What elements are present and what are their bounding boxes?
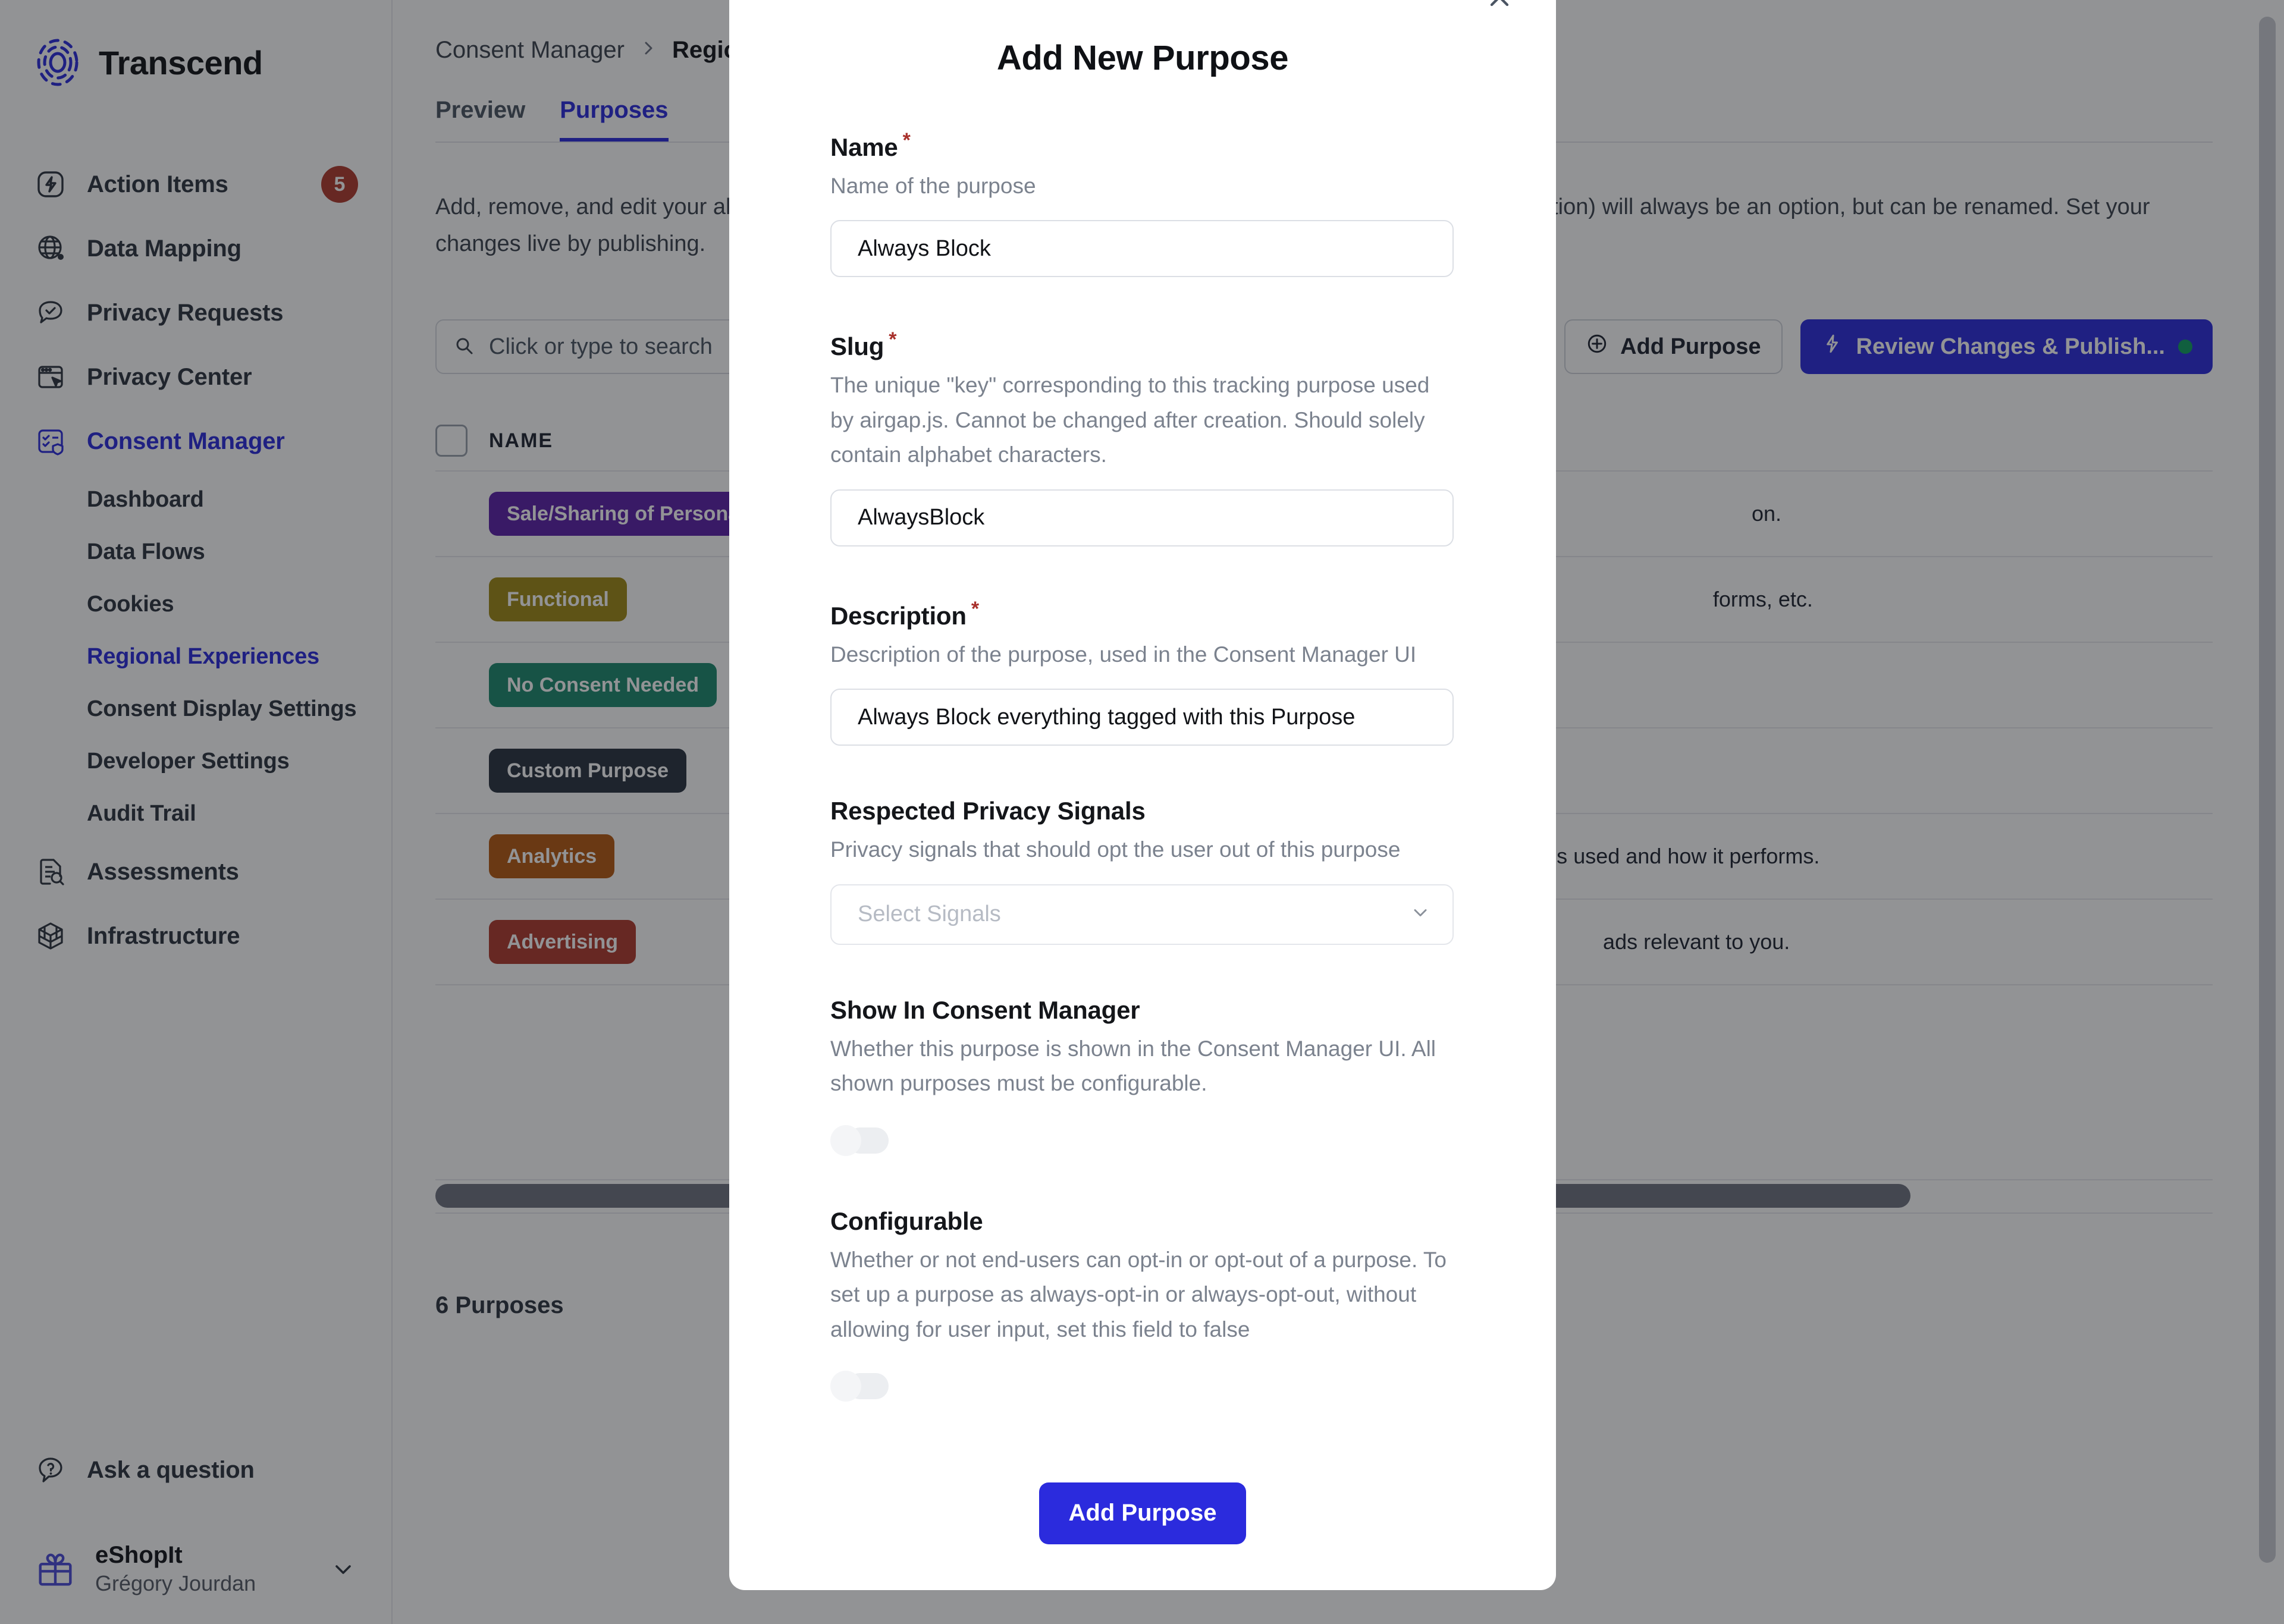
field-label-text: Name	[830, 133, 898, 161]
required-asterisk: *	[971, 597, 979, 620]
field-configurable: Configurable Whether or not end-users ca…	[830, 1207, 1455, 1402]
modal-footer: Add Purpose	[830, 1482, 1455, 1590]
name-input-value: Always Block	[858, 235, 991, 261]
field-description: Description * Description of the purpose,…	[830, 598, 1455, 746]
field-help: Description of the purpose, used in the …	[830, 642, 1417, 667]
field-help: Whether this purpose is shown in the Con…	[830, 1036, 1436, 1096]
configurable-toggle[interactable]	[830, 1370, 889, 1402]
field-help: Name of the purpose	[830, 174, 1036, 198]
field-slug: Slug * The unique "key" corresponding to …	[830, 328, 1455, 546]
field-label: Show In Consent Manager	[830, 995, 1140, 1024]
toggle-knob	[830, 1124, 861, 1156]
close-x-icon[interactable]	[1480, 0, 1519, 17]
show-in-consent-manager-toggle[interactable]	[830, 1124, 889, 1156]
required-asterisk: *	[902, 129, 911, 152]
toggle-knob	[830, 1370, 861, 1402]
add-new-purpose-modal: Add New Purpose Name * Name of the purpos…	[729, 0, 1556, 1590]
modal-title: Add New Purpose	[996, 39, 1289, 77]
submit-add-purpose-button[interactable]: Add Purpose	[1039, 1482, 1247, 1544]
field-show-in-consent-manager: Show In Consent Manager Whether this pur…	[830, 996, 1455, 1156]
field-help: The unique "key" corresponding to this t…	[830, 373, 1430, 467]
slug-input[interactable]: AlwaysBlock	[830, 489, 1454, 546]
field-respected-privacy-signals: Respected Privacy Signals Privacy signal…	[830, 797, 1455, 945]
field-help: Whether or not end-users can opt-in or o…	[830, 1247, 1447, 1342]
signals-select[interactable]: Select Signals	[830, 884, 1454, 945]
field-label: Slug *	[830, 328, 1455, 361]
field-label: Respected Privacy Signals	[830, 797, 1146, 825]
field-label: Configurable	[830, 1207, 983, 1235]
modal-body: Add New Purpose Name * Name of the purpos…	[729, 0, 1556, 1590]
field-label: Description *	[830, 598, 1455, 630]
description-input-value: Always Block everything tagged with this…	[858, 704, 1356, 730]
required-asterisk: *	[889, 328, 897, 351]
signals-select-placeholder: Select Signals	[858, 901, 1001, 927]
chevron-down-icon	[1410, 902, 1431, 926]
description-input[interactable]: Always Block everything tagged with this…	[830, 689, 1454, 746]
field-label-text: Description	[830, 601, 967, 630]
field-label: Name *	[830, 129, 1455, 162]
slug-input-value: AlwaysBlock	[858, 505, 985, 530]
name-input[interactable]: Always Block	[830, 220, 1454, 278]
field-name: Name * Name of the purpose Always Block	[830, 129, 1455, 278]
field-label-text: Slug	[830, 332, 884, 361]
field-help: Privacy signals that should opt the user…	[830, 837, 1401, 862]
